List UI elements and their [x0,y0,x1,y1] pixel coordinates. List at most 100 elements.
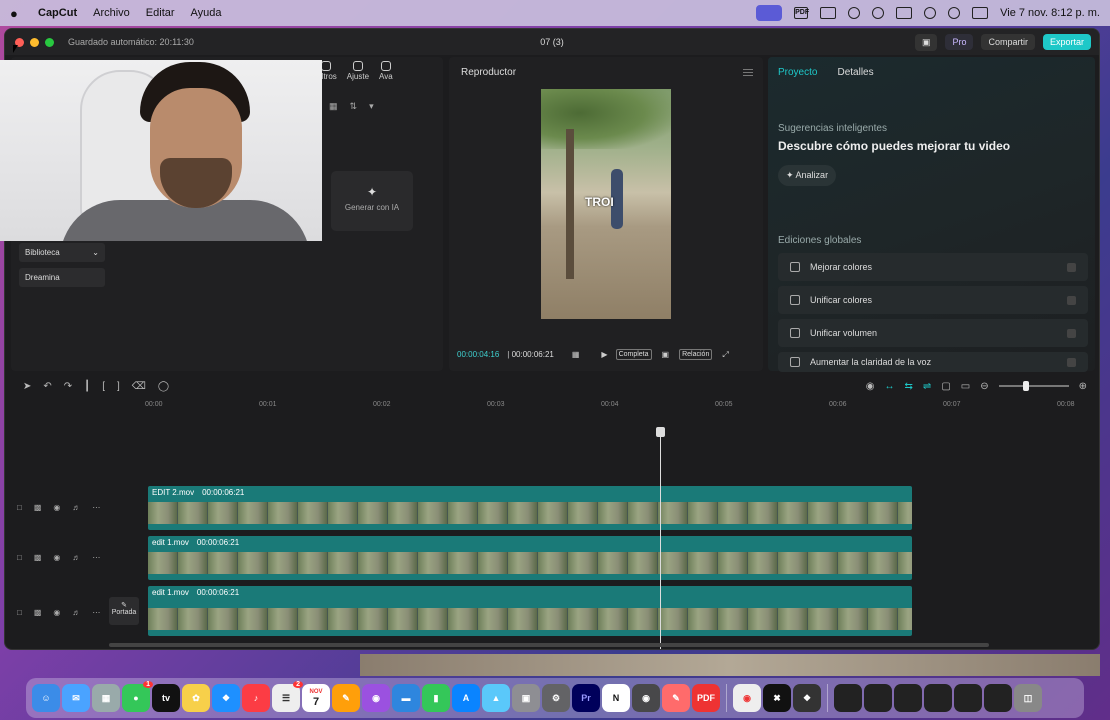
select-icon[interactable]: ➤ [23,381,31,392]
recent-window-4[interactable] [924,684,952,712]
minimize-icon[interactable] [30,37,39,47]
link-icon[interactable]: ⇆ [905,381,913,392]
toggle[interactable] [1067,295,1076,305]
playhead[interactable] [656,427,665,649]
finder-icon[interactable]: ☺ [32,684,60,712]
sidebar-item-biblioteca[interactable]: Biblioteca ⌄ [19,243,105,262]
toggle[interactable] [1067,357,1076,367]
export-button[interactable]: Exportar [1042,34,1091,50]
notes-icon[interactable]: ✎ [662,684,690,712]
analyze-button[interactable]: ✦ Analizar [778,165,837,186]
clip-edit1-b[interactable]: edit 1.mov 00:00:06:21 [148,586,912,636]
preview-icon[interactable]: ▣ [512,684,540,712]
trim-left-icon[interactable]: [ [102,381,105,392]
apple-icon[interactable]: ● [10,6,24,21]
reminders-icon[interactable]: ☰ 2 [272,681,303,712]
maps-icon[interactable]: ▲ [482,684,510,712]
quicktime-icon[interactable]: ◉ [632,684,660,712]
clip-edit2[interactable]: EDIT 2.mov 00:00:06:21 [148,486,912,530]
play-icon[interactable] [872,7,885,19]
premiere-icon[interactable]: Pr [572,684,600,712]
undo-icon[interactable]: ↶ [43,381,51,392]
search-icon[interactable] [948,7,961,19]
notion-icon[interactable]: N [602,684,630,712]
trash-icon[interactable]: ◫ [1014,684,1042,712]
trim-right-icon[interactable]: ] [117,381,120,392]
maximize-icon[interactable] [45,37,54,47]
sort-icon[interactable]: ⇅ [350,101,358,112]
timeline-ruler[interactable]: 00:00 00:01 00:02 00:03 00:04 00:05 00:0… [145,401,1095,415]
global-item-claridad-voz[interactable]: Aumentar la claridad de la voz [778,352,1088,372]
more-icon[interactable]: ⋯ [92,553,100,562]
zoom-in-icon[interactable]: ⊕ [1079,381,1087,392]
wifi-icon[interactable] [924,7,937,19]
play-button[interactable]: ▶ [601,350,607,359]
menu-editar[interactable]: Editar [146,7,175,19]
generate-ai-card[interactable]: ✦ Generar con IA [331,171,413,231]
recent-window-5[interactable] [954,684,982,712]
split-icon[interactable]: ┃ [84,381,90,392]
screen-record-icon[interactable] [756,5,783,21]
snapshot-icon[interactable]: ▢ [941,381,950,392]
grid-icon[interactable]: ▦ [572,350,580,359]
preview-axis-icon[interactable]: ⇌ [923,381,931,392]
redo-icon[interactable]: ↷ [64,381,72,392]
share-button[interactable]: Compartir [981,34,1035,50]
recent-window-6[interactable] [984,684,1012,712]
photos-icon[interactable]: ✿ [182,684,210,712]
pro-button[interactable]: Pro [945,34,974,50]
calendar-icon[interactable]: NOV 7 [302,684,330,712]
filter-dropdown-icon[interactable]: ▾ [369,101,374,112]
lock-icon[interactable]: ▩ [34,608,42,617]
app-store-icon[interactable]: A [452,684,480,712]
track-toggle-icon[interactable]: □ [17,608,22,617]
track-toggle-icon[interactable]: □ [17,503,22,512]
menu-ayuda[interactable]: Ayuda [191,7,222,19]
tv-icon[interactable]: tv [152,684,180,712]
fullscreen-icon[interactable]: ⤢ [722,350,728,360]
track-toggle-icon[interactable]: □ [17,553,22,562]
music-icon[interactable]: ♪ [242,684,270,712]
more-icon[interactable]: ⋯ [92,608,100,617]
fit-icon[interactable]: ▭ [961,381,970,392]
toggle[interactable] [1067,262,1076,272]
eye-icon[interactable]: ◉ [53,553,60,562]
keynote-icon[interactable]: ▬ [392,684,420,712]
menu-icon[interactable] [743,69,753,76]
microphone-icon[interactable]: ◉ [866,381,875,392]
control-center-icon[interactable] [972,7,989,19]
video-preview[interactable]: TROI [541,89,671,319]
layout-icon[interactable]: ▣ [914,33,938,51]
delete-icon[interactable]: ⌫ [132,381,146,392]
lock-icon[interactable]: ▩ [34,503,42,512]
lock-icon[interactable]: ▩ [34,553,42,562]
timeline-scrollbar[interactable] [109,643,989,647]
safari-icon[interactable]: ❖ [212,684,240,712]
recent-window-3[interactable] [894,684,922,712]
settings-icon[interactable]: ⚙ [542,684,570,712]
cover-button[interactable]: ✎ Portada [109,597,139,625]
speaker-icon[interactable]: ♬ [72,553,80,562]
clip-edit1-a[interactable]: edit 1.mov 00:00:06:21 [148,536,912,580]
more-icon[interactable]: ⋯ [92,503,100,512]
recent-window-1[interactable] [834,684,862,712]
magnet-icon[interactable]: ↔ [885,381,895,392]
capcut-icon[interactable]: ✖ [763,684,791,712]
zoom-slider[interactable] [998,381,1069,391]
clock[interactable]: Vie 7 nov. 8:12 p. m. [1000,7,1100,19]
chrome-icon[interactable]: ◉ [733,684,761,712]
recent-window-2[interactable] [864,684,892,712]
tab-ajuste[interactable]: Ajuste [347,61,369,81]
global-item-unificar-colores[interactable]: Unificar colores [778,286,1088,314]
launchpad-icon[interactable]: ▦ [92,684,120,712]
messages-icon[interactable]: ● 1 [122,681,153,712]
zoom-out-icon[interactable]: ⊖ [980,381,988,392]
pdf-icon[interactable]: PDF [794,7,809,19]
numbers-icon[interactable]: ▮ [422,684,450,712]
notion-icon[interactable] [820,7,837,19]
eye-icon[interactable]: ◉ [53,503,60,512]
pdf-app-icon[interactable]: PDF [692,684,720,712]
ratio-button[interactable]: Relación [679,349,713,360]
pages-icon[interactable]: ✎ [332,684,360,712]
menu-archivo[interactable]: Archivo [93,7,130,19]
